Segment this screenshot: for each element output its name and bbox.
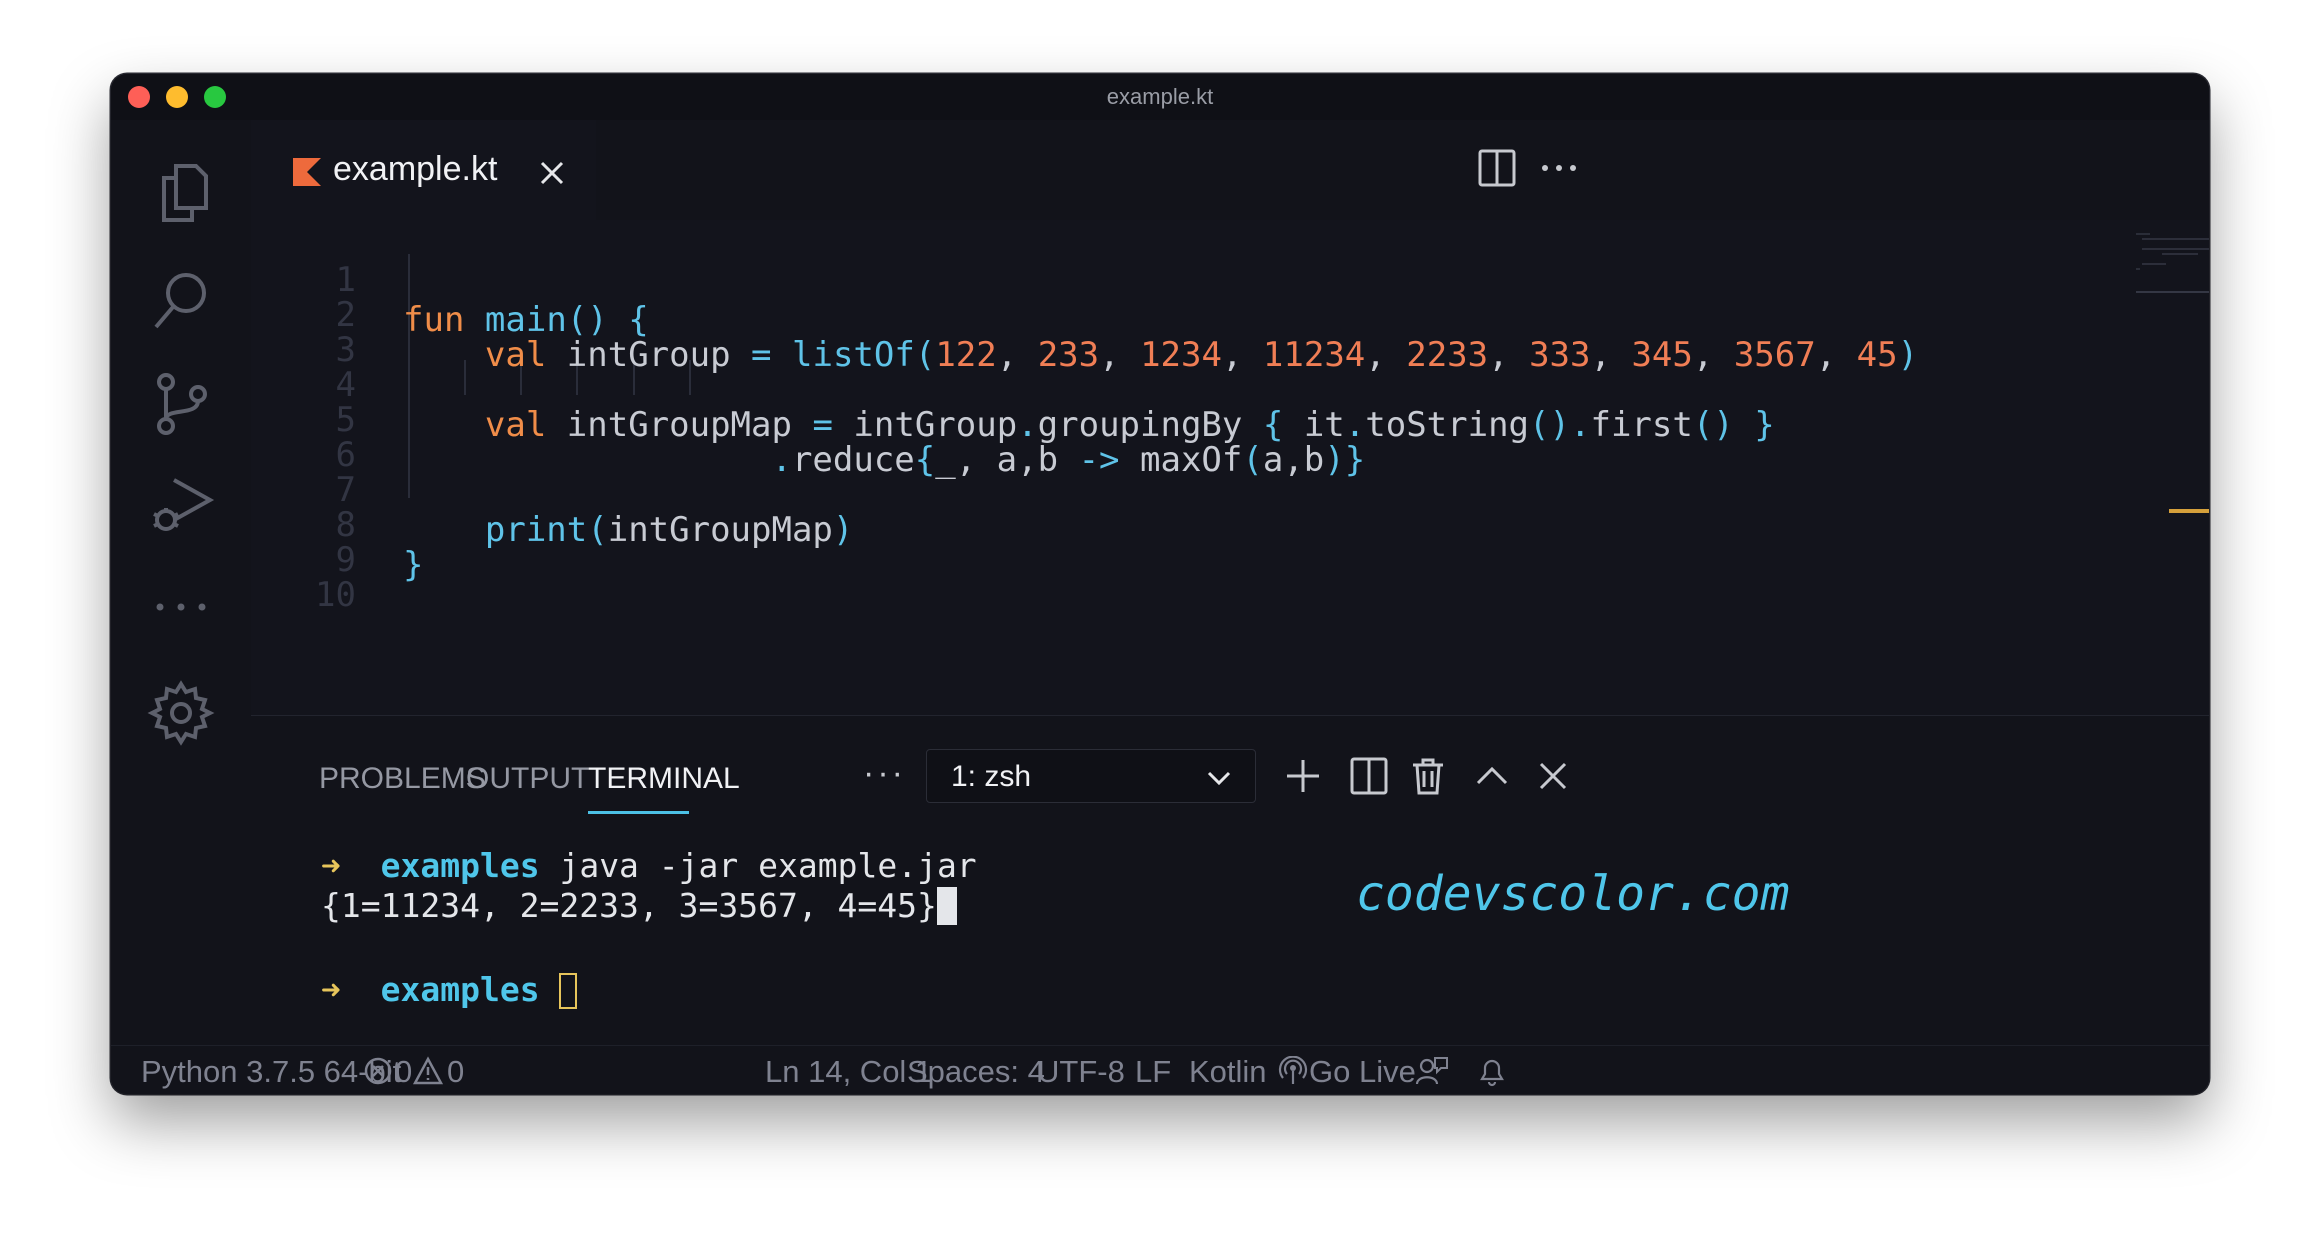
kotlin-file-icon	[293, 158, 321, 186]
more-icon[interactable]	[146, 572, 216, 642]
language-mode[interactable]: Kotlin	[1189, 1054, 1267, 1090]
title-bar: example.kt	[111, 74, 2209, 120]
run-debug-icon[interactable]	[146, 470, 216, 540]
watermark: codevscolor.com	[1356, 866, 1790, 922]
status-bar: Python 3.7.5 64-bit 0 0 Ln 14, Col 1 Spa…	[111, 1045, 2209, 1094]
editor-more-icon[interactable]	[1537, 148, 1581, 193]
broadcast-icon[interactable]	[1278, 1056, 1308, 1086]
feedback-icon[interactable]	[1415, 1054, 1449, 1088]
split-editor-icon[interactable]	[1477, 148, 1517, 193]
tab-example-kt[interactable]: example.kt	[251, 120, 596, 222]
terminal-command-line: ➜ examples java -jar example.jar	[321, 846, 977, 885]
error-count[interactable]: 0	[395, 1054, 412, 1090]
error-icon[interactable]	[363, 1056, 393, 1086]
code-line: 10	[315, 575, 356, 615]
minimap[interactable]	[2136, 230, 2209, 310]
terminal-output-line: {1=11234, 2=2233, 3=3567, 4=45}	[321, 886, 957, 925]
vscode-window: example.kt example.kt 1 fun main() {2 v…	[111, 74, 2209, 1094]
gear-icon[interactable]	[146, 678, 216, 748]
close-tab-icon[interactable]	[539, 160, 565, 186]
encoding[interactable]: UTF-8	[1037, 1054, 1125, 1090]
activity-bar	[111, 120, 251, 1045]
maximize-window-button[interactable]	[204, 86, 226, 108]
source-control-icon[interactable]	[146, 368, 216, 438]
terminal-output[interactable]: ➜ examples java -jar example.jar {1=1123…	[251, 716, 2209, 1046]
tab-label: example.kt	[333, 150, 498, 188]
indentation[interactable]: Spaces: 4	[907, 1054, 1045, 1090]
bell-icon[interactable]	[1475, 1054, 1509, 1088]
window-title: example.kt	[1106, 84, 1214, 109]
warning-icon[interactable]	[413, 1056, 443, 1086]
files-icon[interactable]	[146, 158, 216, 228]
editor-tab-bar: example.kt	[251, 120, 2209, 222]
warning-count[interactable]: 0	[447, 1054, 464, 1090]
end-of-line[interactable]: LF	[1135, 1054, 1171, 1090]
search-icon[interactable]	[146, 265, 216, 335]
minimize-window-button[interactable]	[166, 86, 188, 108]
overview-ruler-marker	[2169, 509, 2209, 513]
terminal-percent-mark	[936, 887, 957, 925]
bottom-panel: PROBLEMS OUTPUT TERMINAL ··· 1: zsh ➜ ex…	[251, 715, 2209, 1046]
close-window-button[interactable]	[128, 86, 150, 108]
go-live-button[interactable]: Go Live	[1309, 1054, 1416, 1090]
terminal-prompt-line: ➜ examples	[321, 970, 578, 1009]
code-editor[interactable]: 1 fun main() { 2 val intGroup = listOf(1…	[251, 220, 2209, 715]
terminal-cursor	[559, 973, 578, 1009]
